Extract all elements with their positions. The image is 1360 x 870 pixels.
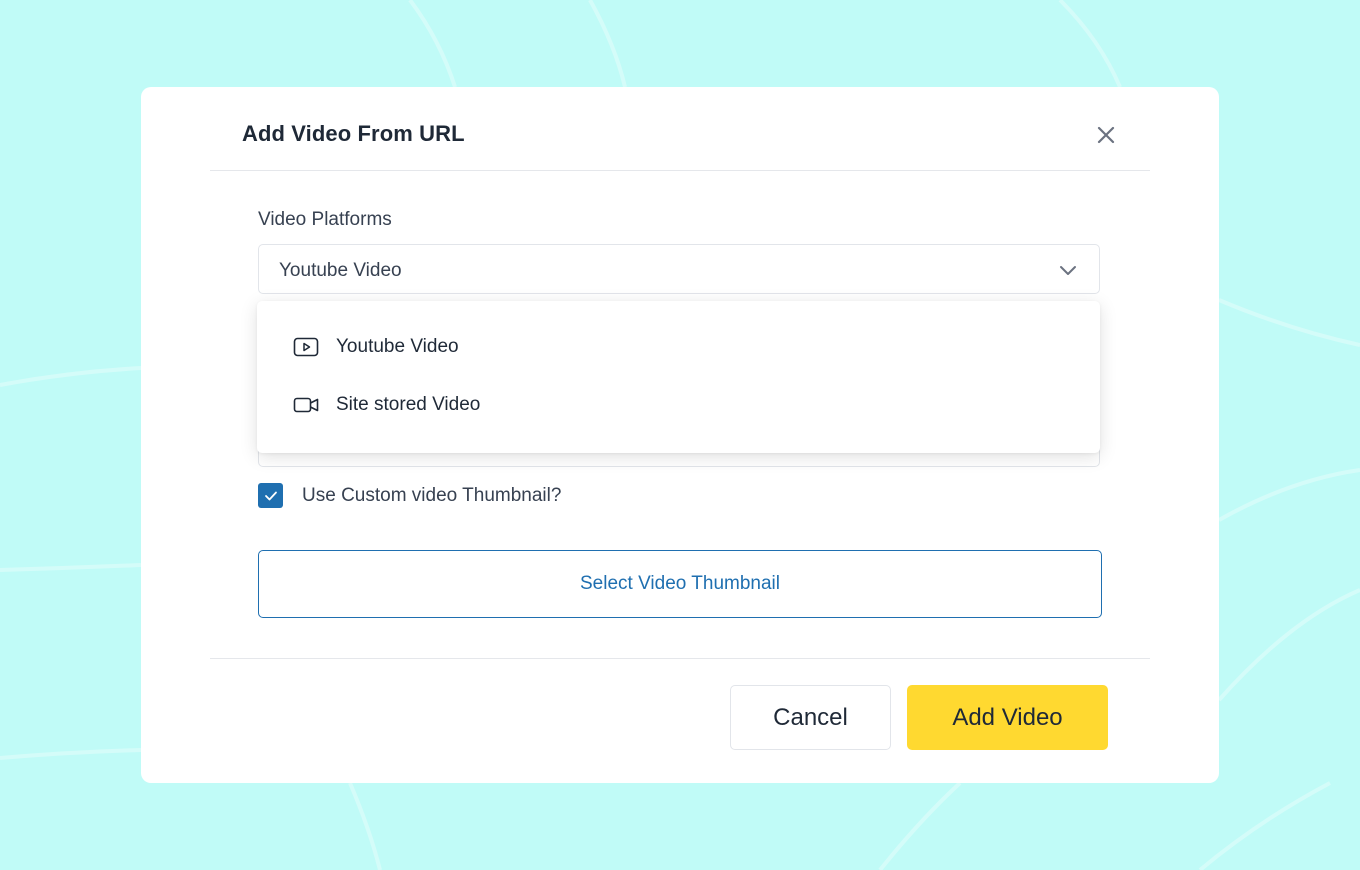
page-background: Add Video From URL Video Platforms Youtu…	[0, 0, 1360, 870]
add-video-button[interactable]: Add Video	[907, 685, 1108, 750]
chevron-down-icon	[1060, 266, 1076, 275]
option-label: Site stored Video	[336, 394, 481, 415]
modal-title: Add Video From URL	[242, 121, 465, 146]
youtube-play-icon	[293, 337, 319, 357]
checkmark-icon	[264, 491, 277, 500]
cancel-button[interactable]: Cancel	[730, 685, 891, 750]
dropdown-option-youtube[interactable]: Youtube Video	[257, 322, 1100, 372]
footer-divider	[210, 658, 1150, 659]
custom-thumbnail-checkbox[interactable]	[258, 483, 283, 508]
select-thumbnail-button[interactable]: Select Video Thumbnail	[258, 550, 1102, 618]
option-label: Youtube Video	[336, 336, 459, 357]
add-video-modal: Add Video From URL Video Platforms Youtu…	[141, 87, 1219, 783]
custom-thumbnail-label: Use Custom video Thumbnail?	[302, 485, 562, 506]
close-icon	[1097, 126, 1115, 144]
select-value: Youtube Video	[279, 260, 402, 281]
close-button[interactable]	[1091, 120, 1121, 150]
video-platforms-label: Video Platforms	[258, 209, 392, 230]
dropdown-option-site-stored[interactable]: Site stored Video	[257, 380, 1100, 430]
header-divider	[210, 170, 1150, 171]
platform-dropdown-menu: Youtube Video Site stored Video	[257, 301, 1100, 453]
video-platform-select[interactable]: Youtube Video	[258, 244, 1100, 294]
video-camera-icon	[293, 397, 319, 413]
